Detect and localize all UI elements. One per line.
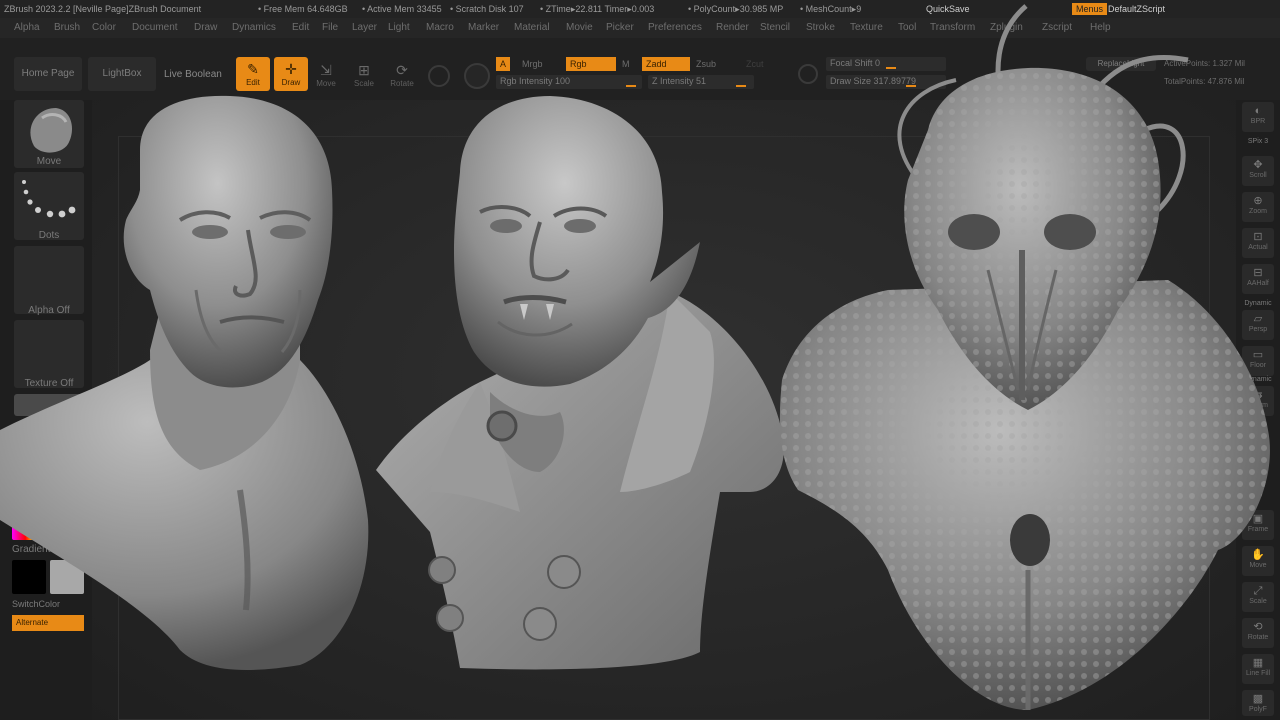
zadd-toggle[interactable]: Zadd xyxy=(642,57,690,71)
menu-picker[interactable]: Picker xyxy=(606,18,634,38)
m-toggle[interactable]: M xyxy=(622,59,630,69)
rotate-icon: ⟳ xyxy=(396,62,408,78)
move-mode-button[interactable]: ⇲ Move xyxy=(312,57,340,91)
creature-bust-sculpt xyxy=(779,4,1270,710)
menu-render[interactable]: Render xyxy=(716,18,749,38)
bald-man-bust-sculpt xyxy=(0,95,369,670)
scratch-disk: • Scratch Disk 107 xyxy=(450,4,524,14)
rotate-mode-button[interactable]: ⟳ Rotate xyxy=(388,57,416,91)
rgb-intensity-label: Rgb Intensity 100 xyxy=(500,76,571,86)
zsub-toggle[interactable]: Zsub xyxy=(696,59,716,69)
draw-icon: ✛ xyxy=(285,61,297,77)
rgb-toggle[interactable]: Rgb xyxy=(566,57,616,71)
mrgb-toggle[interactable]: Mrgb xyxy=(522,59,543,69)
scale-icon: ⊞ xyxy=(358,62,370,78)
app-title: ZBrush 2023.2.2 [Neville Page]ZBrush Doc… xyxy=(4,4,202,14)
home-page-button[interactable]: Home Page xyxy=(14,57,82,91)
menu-light[interactable]: Light xyxy=(388,18,410,38)
material-sphere-icon[interactable] xyxy=(464,63,490,89)
polycount: • PolyCount▸30.985 MP xyxy=(688,4,784,14)
menu-document[interactable]: Document xyxy=(132,18,178,38)
menu-brush[interactable]: Brush xyxy=(54,18,80,38)
menu-layer[interactable]: Layer xyxy=(352,18,377,38)
menu-alpha[interactable]: Alpha xyxy=(14,18,40,38)
scale-mode-button[interactable]: ⊞ Scale xyxy=(350,57,378,91)
zcut-toggle[interactable]: Zcut xyxy=(746,59,764,69)
free-mem: • Free Mem 64.648GB xyxy=(258,4,348,14)
lightbox-button[interactable]: LightBox xyxy=(88,57,156,91)
menu-movie[interactable]: Movie xyxy=(566,18,593,38)
vampire-bust-sculpt xyxy=(376,96,784,670)
menu-file[interactable]: File xyxy=(322,18,338,38)
move-icon: ⇲ xyxy=(320,62,332,78)
menu-material[interactable]: Material xyxy=(514,18,550,38)
edit-icon: ✎ xyxy=(247,61,259,77)
menu-color[interactable]: Color xyxy=(92,18,116,38)
live-boolean-button[interactable]: Live Boolean xyxy=(164,69,222,80)
menu-dynamics[interactable]: Dynamics xyxy=(232,18,276,38)
draw-mode-button[interactable]: ✛ Draw xyxy=(274,57,308,91)
z-intensity-label: Z Intensity 51 xyxy=(652,76,707,86)
menu-macro[interactable]: Macro xyxy=(426,18,454,38)
ztime: • ZTime▸22.811 Timer▸0.003 xyxy=(540,4,655,14)
menu-draw[interactable]: Draw xyxy=(194,18,217,38)
menu-edit[interactable]: Edit xyxy=(292,18,309,38)
edit-mode-button[interactable]: ✎ Edit xyxy=(236,57,270,91)
menu-preferences[interactable]: Preferences xyxy=(648,18,702,38)
sphere-icon[interactable] xyxy=(428,65,450,87)
active-mem: • Active Mem 33455 xyxy=(362,4,442,14)
a-toggle[interactable]: A xyxy=(496,57,511,71)
menu-marker[interactable]: Marker xyxy=(468,18,499,38)
